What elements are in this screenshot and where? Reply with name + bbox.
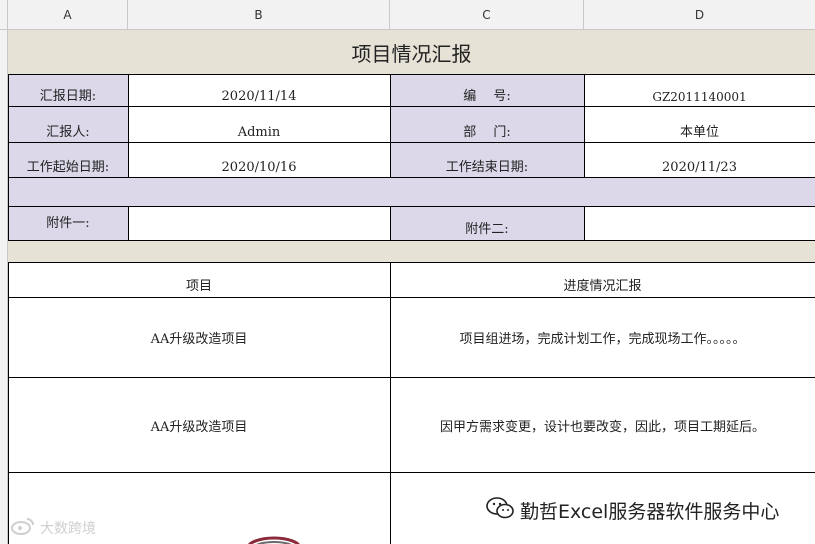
reporter-value[interactable]: Admin <box>128 107 390 143</box>
table-row-1-project[interactable]: AA升级改造项目 <box>8 298 390 377</box>
report-date-value[interactable]: 2020/11/14 <box>128 75 390 107</box>
end-date-label: 工作结束日期: <box>445 160 529 175</box>
department-label: 部 门: <box>463 125 511 140</box>
reporter-label: 汇报人: <box>46 125 90 140</box>
row-gutter-corner <box>0 0 8 30</box>
attachment1-label: 附件一: <box>46 215 90 231</box>
wechat-icon <box>486 496 514 525</box>
attachment1-value[interactable] <box>129 207 390 240</box>
watermark-left: 大数跨境 <box>10 516 96 540</box>
end-date-value[interactable]: 2020/11/23 <box>584 143 815 178</box>
number-label: 编 号: <box>463 89 511 104</box>
watermark-left-text: 大数跨境 <box>40 521 96 537</box>
report-title: 项目情况汇报 <box>351 42 472 66</box>
department-value[interactable]: 本单位 <box>584 107 815 143</box>
column-header-c[interactable]: C <box>390 0 584 30</box>
column-header-b[interactable]: B <box>128 0 390 30</box>
table-header-progress: 进度情况汇报 <box>563 279 642 294</box>
grid-line <box>8 240 815 241</box>
attachment2-label: 附件二: <box>465 222 509 237</box>
weibo-icon <box>10 516 36 540</box>
column-header-d[interactable]: D <box>584 0 815 30</box>
report-date-label: 汇报日期: <box>39 89 97 104</box>
table-row-2-project[interactable]: AA升级改造项目 <box>8 378 390 472</box>
number-value[interactable]: GZ2011140001 <box>584 75 815 107</box>
table-row-1-progress[interactable]: 项目组进场，完成计划工作，完成现场工作。。。。。 <box>390 298 815 377</box>
table-row-2-progress[interactable]: 因甲方需求变更，设计也要改变，因此，项目工期延后。 <box>390 378 815 472</box>
watermark-right-text: 勤哲Excel服务器软件服务中心 <box>520 501 780 523</box>
attachment2-value[interactable] <box>585 207 815 240</box>
separator-band <box>8 240 815 262</box>
spacer-row <box>8 178 815 206</box>
watermark-right: 勤哲Excel服务器软件服务中心 <box>486 496 779 525</box>
column-header-a[interactable]: A <box>8 0 128 30</box>
table-header-project: 项目 <box>185 279 212 294</box>
row-gutter <box>0 30 8 544</box>
seal-image <box>244 534 304 544</box>
start-date-label: 工作起始日期: <box>26 160 110 175</box>
start-date-value[interactable]: 2020/10/16 <box>128 143 390 178</box>
